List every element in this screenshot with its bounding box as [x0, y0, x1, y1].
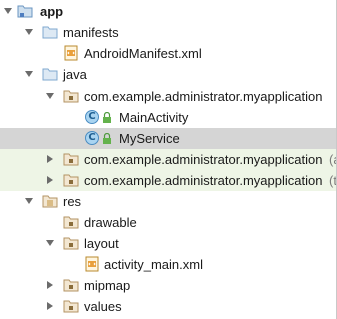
tree-node-app[interactable]: app: [0, 1, 336, 22]
tree-node-qualifier: (t: [329, 173, 336, 188]
collapse-arrow-icon[interactable]: [25, 71, 33, 77]
collapse-arrow-icon[interactable]: [46, 93, 54, 99]
tree-node-package-main[interactable]: com.example.administrator.myapplication: [0, 86, 336, 107]
expand-arrow-icon[interactable]: [47, 302, 53, 310]
collapse-arrow-icon[interactable]: [25, 29, 33, 35]
tree-node-layout[interactable]: layout: [0, 233, 336, 254]
collapse-arrow-icon[interactable]: [4, 8, 12, 14]
folder-icon: [42, 25, 58, 42]
tree-node-label: mipmap: [84, 278, 131, 293]
xml-file-icon: [85, 256, 99, 272]
tree-node-label: layout: [84, 236, 119, 251]
tree-node-drawable[interactable]: drawable: [0, 212, 336, 233]
tree-node-label: res: [63, 194, 82, 209]
folder-icon: [63, 236, 79, 253]
tree-node-qualifier: (a: [329, 152, 336, 167]
tree-node-main-activity[interactable]: C MainActivity: [0, 107, 336, 128]
tree-node-package-test[interactable]: com.example.administrator.myapplication …: [0, 170, 336, 191]
tree-node-mipmap[interactable]: mipmap: [0, 275, 336, 296]
tree-node-label: MainActivity: [119, 110, 189, 125]
module-folder-icon: [17, 4, 33, 21]
package-icon: [63, 89, 79, 106]
tree-node-label: MyService: [119, 131, 180, 146]
resource-folder-icon: [42, 194, 58, 211]
tree-node-manifests[interactable]: manifests: [0, 22, 336, 43]
tree-node-res[interactable]: res: [0, 191, 336, 212]
expand-arrow-icon[interactable]: [47, 155, 53, 163]
folder-icon: [63, 278, 79, 295]
class-icon: C: [85, 131, 99, 145]
tree-node-label: com.example.administrator.myapplication: [84, 152, 323, 167]
lock-icon: [102, 111, 112, 126]
lock-icon: [102, 132, 112, 147]
folder-icon: [63, 299, 79, 316]
tree-node-label: com.example.administrator.myapplication: [84, 89, 323, 104]
expand-arrow-icon[interactable]: [47, 281, 53, 289]
tree-node-android-manifest[interactable]: AndroidManifest.xml: [0, 43, 336, 64]
tree-node-label: manifests: [63, 25, 119, 40]
collapse-arrow-icon[interactable]: [46, 240, 54, 246]
tree-node-package-android-test[interactable]: com.example.administrator.myapplication …: [0, 149, 336, 170]
class-icon: C: [85, 110, 99, 124]
tree-node-label: java: [63, 67, 87, 82]
collapse-arrow-icon[interactable]: [25, 198, 33, 204]
tree-node-label: drawable: [84, 215, 137, 230]
tree-node-activity-main-xml[interactable]: activity_main.xml: [0, 254, 336, 275]
tree-node-my-service[interactable]: C MyService: [0, 128, 336, 149]
tree-node-label: AndroidManifest.xml: [84, 46, 202, 61]
xml-file-icon: [64, 45, 78, 61]
package-icon: [63, 173, 79, 190]
tree-node-label: values: [84, 299, 122, 314]
folder-icon: [63, 215, 79, 232]
project-tree: app manifests AndroidManifest.xml java c…: [0, 0, 337, 319]
folder-icon: [42, 67, 58, 84]
tree-node-label: app: [40, 4, 64, 19]
tree-node-label: activity_main.xml: [104, 257, 203, 272]
expand-arrow-icon[interactable]: [47, 176, 53, 184]
tree-node-java[interactable]: java: [0, 64, 336, 85]
tree-node-label: com.example.administrator.myapplication: [84, 173, 323, 188]
package-icon: [63, 152, 79, 169]
tree-node-values[interactable]: values: [0, 296, 336, 317]
